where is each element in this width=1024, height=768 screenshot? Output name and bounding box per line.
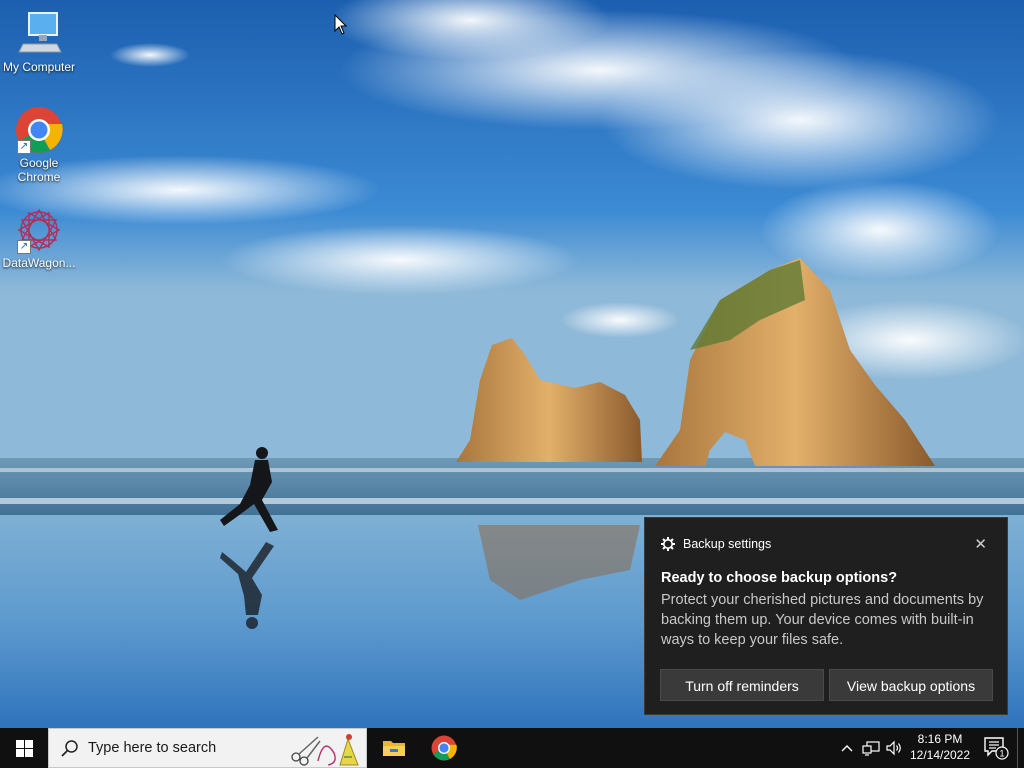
start-button[interactable]	[0, 728, 48, 768]
search-highlight-illustration-icon	[291, 734, 359, 766]
turn-off-reminders-button[interactable]: Turn off reminders	[660, 669, 824, 701]
volume-icon[interactable]	[884, 728, 904, 768]
computer-icon	[15, 10, 63, 58]
desktop-icon-label: Google Chrome	[17, 156, 61, 184]
taskbar-clock[interactable]: 8:16 PM 12/14/2022	[904, 731, 976, 763]
desktop-icon-datawagon[interactable]: ↗ DataWagon...	[0, 206, 78, 270]
chrome-icon	[431, 735, 457, 761]
close-icon[interactable]: ✕	[974, 535, 987, 553]
desktop-icon-my-computer[interactable]: My Computer	[0, 10, 78, 74]
shortcut-arrow-icon: ↗	[17, 240, 31, 254]
toast-header: Backup settings	[661, 537, 771, 551]
chrome-icon: ↗	[15, 106, 63, 154]
desktop-icon-google-chrome[interactable]: ↗ Google Chrome	[0, 106, 78, 184]
taskbar-google-chrome[interactable]	[420, 728, 468, 768]
search-input[interactable]	[88, 740, 268, 756]
action-center-button[interactable]: 1	[978, 728, 1014, 768]
taskbar-search-box[interactable]	[48, 728, 367, 768]
toast-app-name: Backup settings	[683, 537, 772, 551]
shortcut-arrow-icon: ↗	[17, 140, 31, 154]
windows-logo-icon	[15, 739, 33, 757]
gear-icon	[661, 537, 675, 551]
toast-body: Protect your cherished pictures and docu…	[661, 592, 984, 648]
network-icon[interactable]	[860, 728, 882, 768]
show-desktop-button[interactable]	[1017, 728, 1024, 768]
desktop-icon-label: DataWagon...	[2, 256, 76, 270]
toast-title: Ready to choose backup options?	[661, 570, 898, 586]
folder-icon	[383, 741, 405, 756]
datawagon-logo-icon: ↗	[15, 206, 63, 254]
search-icon	[61, 740, 78, 757]
taskbar-file-explorer[interactable]	[370, 728, 418, 768]
notification-count-badge: 1	[999, 749, 1004, 759]
desktop-icon-label: My Computer	[2, 60, 76, 74]
clock-date: 12/14/2022	[909, 748, 971, 762]
show-hidden-icons-chevron-up-icon[interactable]	[838, 728, 856, 768]
taskbar: 8:16 PM 12/14/2022 1	[0, 728, 1024, 768]
clock-time: 8:16 PM	[917, 732, 963, 746]
backup-notification-toast: Backup settings ✕ Ready to choose backup…	[644, 517, 1008, 715]
mouse-cursor-icon	[334, 14, 348, 35]
view-backup-options-button[interactable]: View backup options	[829, 669, 993, 701]
notification-icon: 1	[984, 737, 1009, 760]
